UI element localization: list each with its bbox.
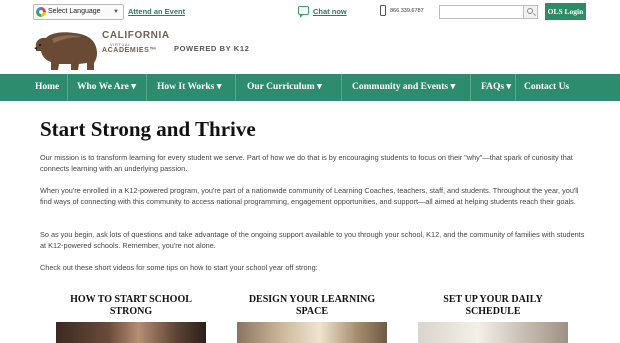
nav-divider (146, 74, 147, 101)
video-title-learning-space: DESIGN YOUR LEARNING SPACE (248, 294, 376, 317)
nav-item-our-curriculum[interactable]: Our Curriculum ▾ (247, 74, 322, 101)
nav-item-contact-us[interactable]: Contact Us (524, 74, 569, 101)
brand-line-california: CALIFORNIA (102, 30, 170, 41)
top-utility-bar: Select Language ▼ Attend an Event Chat n… (0, 0, 620, 24)
phone-icon (380, 5, 386, 16)
nav-divider (67, 74, 68, 101)
language-select-label: Select Language (48, 8, 101, 15)
nav-item-how-it-works[interactable]: How It Works ▾ (157, 74, 222, 101)
intro-paragraph: Our mission is to transform learning for… (40, 153, 573, 173)
nav-divider (470, 74, 471, 101)
videos-intro-paragraph: Check out these short videos for some ti… (40, 263, 318, 272)
powered-by-text: POWERED BY K12 (174, 44, 250, 53)
chat-icon[interactable] (298, 6, 309, 18)
search-icon (527, 8, 533, 14)
video-thumbnail[interactable] (56, 322, 206, 343)
nav-item-community-events[interactable]: Community and Events ▾ (352, 74, 455, 101)
bear-logo-icon (34, 32, 98, 70)
google-icon (36, 7, 46, 17)
page-title: Start Strong and Thrive (40, 117, 256, 141)
attend-event-link[interactable]: Attend an Event (128, 7, 185, 16)
chat-now-link[interactable]: Chat now (313, 7, 347, 16)
nav-item-faqs[interactable]: FAQs ▾ (481, 74, 511, 101)
nav-item-who-we-are[interactable]: Who We Are ▾ (77, 74, 136, 101)
video-thumbnail[interactable] (418, 322, 568, 343)
search-button[interactable] (524, 5, 538, 19)
video-title-daily-schedule: SET UP YOUR DAILY SCHEDULE (443, 294, 543, 317)
main-nav: Home Who We Are ▾ How It Works ▾ Our Cur… (0, 74, 620, 101)
ols-login-button[interactable]: OLS Login (545, 3, 586, 20)
chevron-down-icon: ▼ (113, 9, 119, 15)
support-paragraph: So as you begin, ask lots of questions a… (40, 230, 585, 250)
community-paragraph: When you're enrolled in a K12-powered pr… (40, 186, 579, 206)
nav-divider (235, 74, 236, 101)
nav-item-home[interactable]: Home (35, 74, 59, 101)
video-thumbnail[interactable] (237, 322, 387, 343)
nav-divider (515, 74, 516, 101)
language-select[interactable]: Select Language ▼ (33, 4, 124, 20)
nav-divider (341, 74, 342, 101)
site-logo[interactable]: CALIFORNIA VIRTUAL ACADEMIES™ POWERED BY… (30, 27, 260, 71)
search-input[interactable] (439, 5, 524, 19)
video-title-start-strong: HOW TO START SCHOOL STRONG (70, 294, 192, 317)
phone-number: 866.339.6787 (390, 8, 424, 14)
brand-line-academies: ACADEMIES™ (102, 47, 158, 54)
